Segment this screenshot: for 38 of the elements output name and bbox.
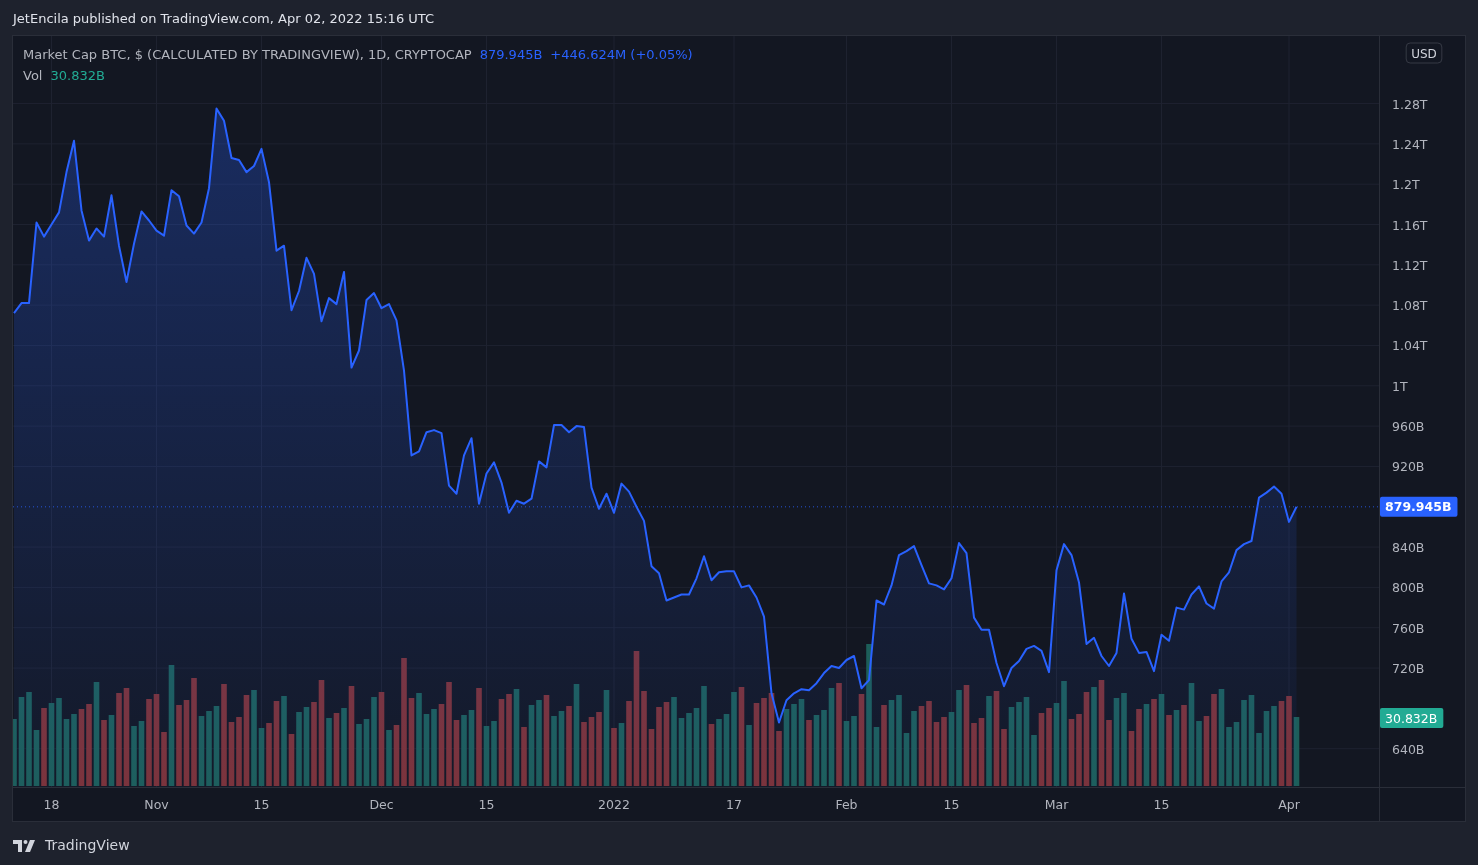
time-axis-label: 15: [1153, 797, 1170, 812]
price-axis-label: 960B: [1392, 419, 1425, 435]
time-axis-label: 15: [943, 797, 960, 812]
price-axis-label: 1.2T: [1392, 177, 1420, 193]
price-axis-label: 760B: [1392, 620, 1425, 636]
time-axis-label: Feb: [835, 797, 858, 812]
brand-name: TradingView: [45, 836, 130, 855]
currency-badge[interactable]: USD: [1405, 42, 1443, 64]
price-axis-label: 640B: [1392, 741, 1425, 757]
price-axis-label: 1.16T: [1392, 217, 1428, 233]
price-axis-label: 840B: [1392, 540, 1425, 556]
volume-value: 30.832B: [50, 67, 105, 85]
price-axis-label: 720B: [1392, 661, 1425, 677]
time-axis-label: 15: [253, 797, 270, 812]
time-axis-label: Mar: [1044, 797, 1069, 812]
last-volume-label: 30.832B: [1380, 708, 1444, 728]
publisher-caption: JetEncila published on TradingView.com, Apr 02, 2022 15:16 UTC: [13, 11, 435, 26]
price-axis-label: 920B: [1392, 459, 1425, 475]
time-axis-label: 2022: [598, 797, 630, 812]
time-axis-label: Dec: [369, 797, 394, 812]
last-price-label: 879.945B: [1380, 496, 1458, 517]
price-axis-label: 1.24T: [1392, 136, 1428, 152]
price-axis-label: 1.12T: [1392, 257, 1428, 273]
logo-icon: [13, 839, 37, 852]
time-axis-label: 17: [726, 797, 742, 812]
time-axis-label: Nov: [144, 797, 169, 812]
price-axis-label: 800B: [1392, 580, 1425, 596]
symbol-title: Market Cap BTC, $ (CALCULATED BY TRADINGVIEW), 1D, CRYPTOCAP: [23, 46, 472, 64]
price-axis-label: 1.04T: [1392, 338, 1428, 354]
price-axis-label: 1T: [1392, 378, 1408, 394]
price-axis-label: 1.08T: [1392, 298, 1428, 314]
price-value: 879.945B: [479, 46, 543, 64]
time-axis-label: Apr: [1278, 797, 1300, 812]
volume-label: Vol: [23, 67, 43, 85]
price-axis-label: 1.28T: [1392, 96, 1428, 112]
price-change: +446.624M (+0.05%): [550, 46, 693, 64]
time-axis-label: 18: [43, 797, 60, 812]
time-axis-label: 15: [478, 797, 495, 812]
